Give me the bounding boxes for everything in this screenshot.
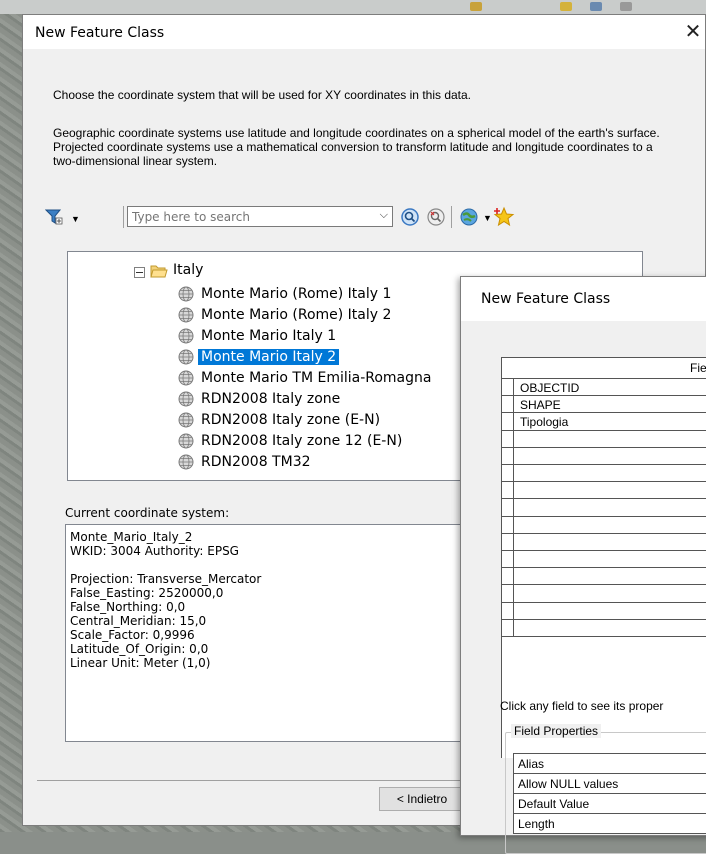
row-header[interactable]	[502, 551, 514, 568]
row-header[interactable]	[502, 499, 514, 516]
open-folder-icon	[150, 265, 168, 278]
row-header[interactable]	[502, 413, 514, 430]
tree-item-label: RDN2008 TM32	[201, 454, 311, 470]
properties-grid[interactable]: Alias Allow NULL values Default Value Lengt…	[513, 753, 706, 834]
field-row[interactable]	[502, 551, 706, 569]
chevron-down-icon[interactable]: ⌵	[380, 209, 388, 222]
tree-item-label: Monte Mario Italy 1	[201, 328, 337, 344]
row-header[interactable]	[502, 516, 514, 533]
field-row[interactable]	[502, 602, 706, 620]
tree-item-label: Monte Mario TM Emilia-Romagna	[201, 370, 432, 386]
fields-grid[interactable]: Field OBJECTID SHAPE Tipologia	[501, 357, 706, 758]
tree-item-label: Monte Mario (Rome) Italy 2	[201, 307, 392, 323]
row-header[interactable]	[502, 379, 514, 396]
row-header[interactable]	[502, 619, 514, 636]
dialog-title: New Feature Class	[481, 291, 611, 307]
tree-item-label: RDN2008 Italy zone	[201, 391, 341, 407]
field-row[interactable]: SHAPE	[502, 396, 706, 414]
globe-icon	[178, 307, 194, 323]
field-row[interactable]	[502, 619, 706, 637]
tree-item-label: Monte Mario Italy 2	[198, 349, 340, 365]
toolbar-icon	[590, 2, 602, 11]
property-name: Allow NULL values	[518, 777, 619, 791]
instruction-text: Choose the coordinate system that will b…	[53, 88, 472, 102]
field-name: OBJECTID	[520, 381, 580, 395]
field-dialog: New Feature Class Field OBJECTID SHAPE Tip…	[460, 276, 706, 854]
field-row[interactable]	[502, 533, 706, 551]
property-name: Length	[518, 817, 555, 831]
hint-text: Click any field to see its proper	[500, 699, 664, 713]
clear-search-icon[interactable]	[425, 206, 447, 228]
row-header[interactable]	[502, 585, 514, 602]
globe-icon	[178, 370, 194, 386]
search-icon[interactable]	[399, 206, 421, 228]
field-row[interactable]	[502, 465, 706, 483]
globe-icon	[178, 412, 194, 428]
row-header[interactable]	[502, 533, 514, 550]
collapse-icon[interactable]	[134, 267, 145, 278]
globe-icon	[178, 349, 194, 365]
field-row[interactable]	[502, 516, 706, 534]
row-header[interactable]	[502, 602, 514, 619]
toolbar-icon	[470, 2, 482, 11]
field-row[interactable]	[502, 447, 706, 465]
filter-dropdown-button[interactable]: ▼	[45, 206, 85, 228]
globe-icon	[178, 433, 194, 449]
title-bar[interactable]: New Feature Class ✕	[23, 15, 705, 49]
search-input[interactable]	[132, 208, 362, 225]
field-row[interactable]: OBJECTID	[502, 379, 706, 397]
field-name: Tipologia	[520, 415, 569, 430]
property-name: Default Value	[518, 797, 590, 811]
globe-icon	[178, 328, 194, 344]
row-header[interactable]	[502, 482, 514, 499]
tree-item-label: RDN2008 Italy zone (E-N)	[201, 412, 381, 428]
filter-icon	[45, 209, 63, 225]
chevron-down-icon[interactable]: ▼	[483, 213, 492, 223]
globe-icon	[178, 454, 194, 470]
field-column-header: Field	[689, 361, 706, 375]
row-header[interactable]	[502, 396, 514, 413]
tree-item-label: RDN2008 Italy zone 12 (E-N)	[201, 433, 403, 449]
close-button[interactable]: ✕	[681, 19, 705, 45]
property-row[interactable]: Default Value	[514, 794, 706, 814]
toolbar-separator	[451, 206, 452, 228]
toolbar-separator	[123, 206, 124, 228]
property-row[interactable]: Alias	[514, 754, 706, 774]
field-row[interactable]	[502, 585, 706, 603]
field-row[interactable]	[502, 499, 706, 517]
field-row[interactable]	[502, 568, 706, 586]
property-name: Alias	[518, 757, 545, 771]
row-header[interactable]	[502, 465, 514, 482]
title-bar[interactable]: New Feature Class	[461, 277, 706, 321]
toolbar-icon	[620, 2, 632, 11]
toolbar-icon	[560, 2, 572, 11]
field-row[interactable]	[502, 482, 706, 500]
tree-folder-label: Italy	[173, 262, 204, 278]
property-row[interactable]: Length	[514, 814, 706, 834]
globe-icon	[178, 286, 194, 302]
dialog-title: New Feature Class	[35, 25, 165, 41]
globe-icon	[178, 391, 194, 407]
background-toolbar	[0, 0, 706, 14]
field-properties-label: Field Properties	[511, 724, 602, 738]
row-header[interactable]	[502, 568, 514, 585]
field-row[interactable]: Tipologia	[502, 413, 706, 431]
search-box[interactable]: ⌵	[127, 206, 393, 227]
back-button[interactable]: < Indietro	[379, 787, 465, 811]
add-favorite-icon[interactable]	[493, 206, 515, 228]
field-row[interactable]	[502, 430, 706, 448]
row-header[interactable]	[502, 447, 514, 464]
grid-header: Field	[502, 358, 706, 379]
tree-item-label: Monte Mario (Rome) Italy 1	[201, 286, 392, 302]
current-cs-label: Current coordinate system:	[65, 506, 230, 520]
field-name: SHAPE	[520, 398, 561, 413]
globe-dropdown-icon[interactable]	[459, 206, 481, 228]
row-header[interactable]	[502, 430, 514, 447]
description-text: Geographic coordinate systems use latitu…	[53, 126, 660, 168]
property-row[interactable]: Allow NULL values	[514, 774, 706, 794]
chevron-down-icon: ▼	[71, 214, 80, 224]
